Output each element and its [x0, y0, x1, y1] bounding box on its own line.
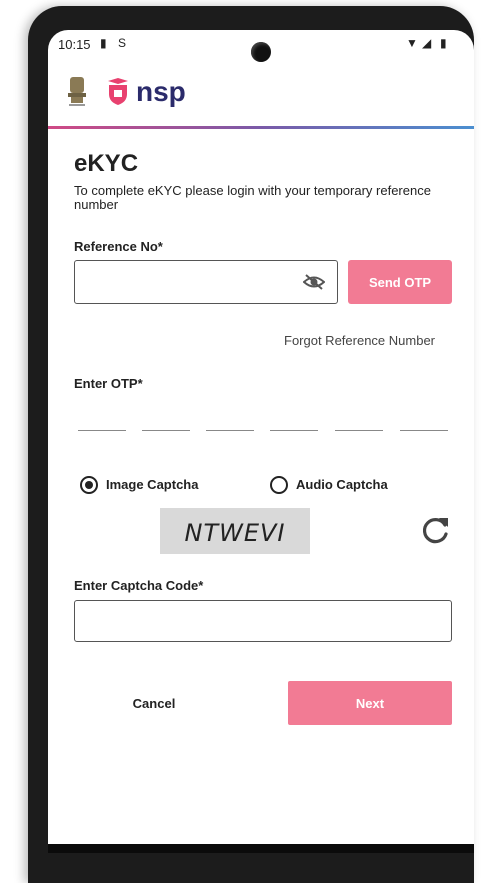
- captcha-code-input[interactable]: [83, 601, 447, 641]
- eye-off-icon[interactable]: [303, 273, 325, 291]
- image-captcha-label[interactable]: Image Captcha: [106, 477, 198, 492]
- captcha-code-label: Enter Captcha Code*: [74, 578, 204, 593]
- cancel-button[interactable]: Cancel: [74, 681, 234, 725]
- battery-icon: ▮: [440, 36, 447, 50]
- otp-digit-2[interactable]: [142, 430, 190, 431]
- captcha-code-input-box[interactable]: [74, 600, 452, 642]
- forgot-reference-link[interactable]: Forgot Reference Number: [284, 333, 435, 348]
- app-screen: 10:15 ▮ S ▼ ◢ ▮ nsp eKYC To complete eKY…: [48, 30, 474, 853]
- otp-digit-3[interactable]: [206, 430, 254, 431]
- refresh-icon[interactable]: [418, 514, 452, 548]
- send-otp-button[interactable]: Send OTP: [348, 260, 452, 304]
- captcha-text: NTWEVI: [184, 519, 286, 547]
- status-time: 10:15: [58, 37, 91, 52]
- sim-icon: ▮: [100, 36, 107, 50]
- page-title: eKYC: [74, 150, 139, 177]
- front-camera: [251, 42, 271, 62]
- audio-captcha-radio[interactable]: [270, 476, 288, 494]
- app-header: nsp: [48, 70, 474, 126]
- wifi-icon: ▼: [406, 36, 418, 50]
- audio-captcha-label[interactable]: Audio Captcha: [296, 477, 388, 492]
- header-divider: [48, 126, 474, 129]
- notification-icon: S: [118, 36, 127, 50]
- system-nav-bar: [48, 844, 474, 853]
- nsp-logo-icon: [108, 78, 128, 105]
- reference-input[interactable]: [83, 261, 297, 303]
- nsp-logo-text: nsp: [136, 76, 186, 107]
- otp-digit-6[interactable]: [400, 430, 448, 431]
- national-emblem-icon: [68, 77, 86, 106]
- reference-label: Reference No*: [74, 239, 163, 254]
- otp-digit-1[interactable]: [78, 430, 126, 431]
- otp-digit-5[interactable]: [335, 430, 383, 431]
- image-captcha-radio[interactable]: [80, 476, 98, 494]
- signal-icon: ◢: [422, 36, 432, 50]
- next-button[interactable]: Next: [288, 681, 452, 725]
- page-subtitle: To complete eKYC please login with your …: [74, 183, 431, 212]
- otp-label: Enter OTP*: [74, 376, 143, 391]
- captcha-image: NTWEVI: [160, 508, 310, 554]
- otp-digit-4[interactable]: [270, 430, 318, 431]
- reference-input-box[interactable]: [74, 260, 338, 304]
